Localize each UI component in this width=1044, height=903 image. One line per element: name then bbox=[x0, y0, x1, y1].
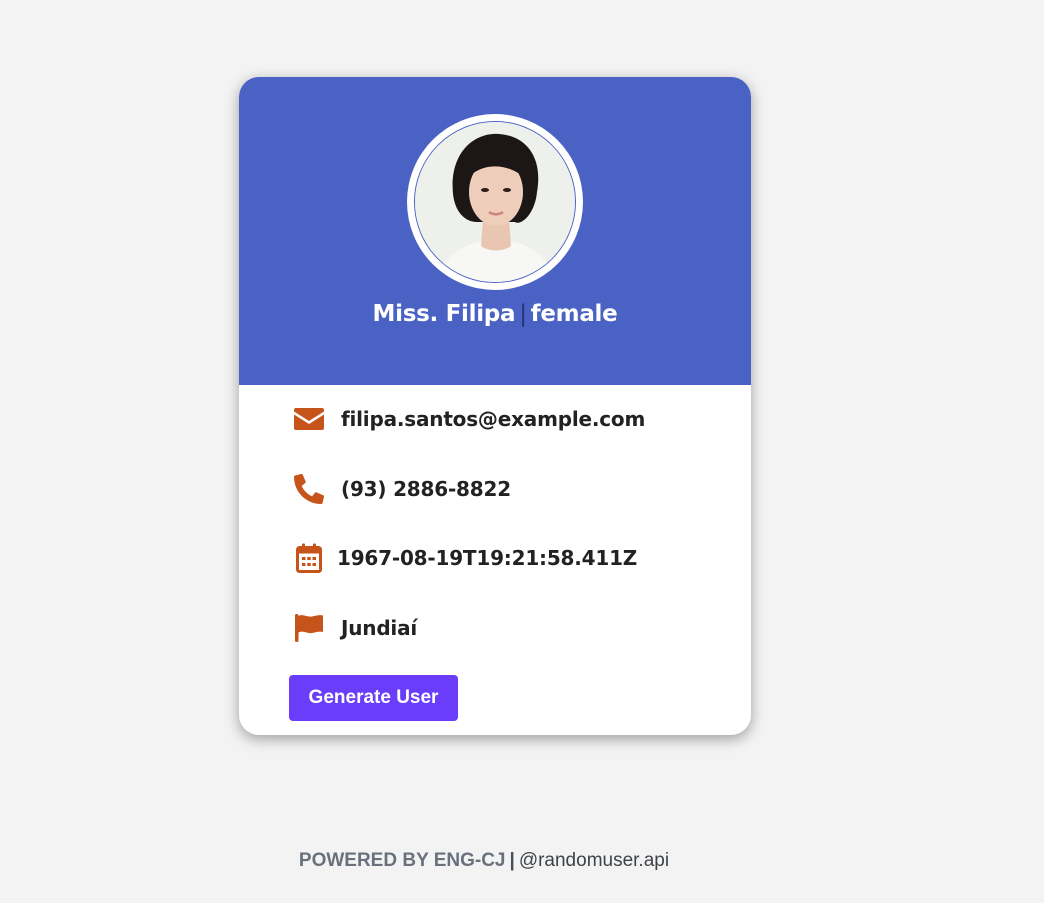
email-row: filipa.santos@example.com bbox=[291, 401, 645, 437]
user-card: Miss. Filipa | female filipa.santos@exampl… bbox=[239, 77, 751, 735]
footer-handle[interactable]: @randomuser.api bbox=[519, 850, 669, 871]
location-row: Jundiaí bbox=[291, 610, 417, 646]
phone-value: (93) 2886-8822 bbox=[341, 477, 511, 501]
user-gender: female bbox=[530, 301, 618, 327]
avatar-photo bbox=[414, 121, 576, 283]
user-name: Miss. Filipa bbox=[372, 301, 516, 327]
calendar-icon bbox=[291, 540, 327, 576]
birthdate-row: 1967-08-19T19:21:58.411Z bbox=[291, 540, 637, 576]
name-separator: | bbox=[519, 301, 527, 327]
card-header: Miss. Filipa | female bbox=[239, 77, 751, 385]
powered-by-text: POWERED BY ENG-CJ bbox=[298, 850, 506, 871]
location-value: Jundiaí bbox=[341, 616, 418, 640]
avatar bbox=[407, 114, 583, 290]
flag-icon bbox=[291, 610, 327, 646]
envelope-icon bbox=[291, 401, 327, 437]
phone-icon bbox=[291, 471, 327, 507]
email-value: filipa.santos@example.com bbox=[341, 407, 646, 431]
birthdate-value: 1967-08-19T19:21:58.411Z bbox=[337, 546, 638, 570]
footer-separator: | bbox=[509, 850, 515, 871]
user-name-line: Miss. Filipa | female bbox=[239, 301, 751, 327]
phone-row: (93) 2886-8822 bbox=[291, 471, 511, 507]
footer: POWERED BY ENG-CJ | @randomuser.api bbox=[0, 850, 968, 872]
generate-user-button[interactable]: Generate User bbox=[289, 675, 458, 721]
